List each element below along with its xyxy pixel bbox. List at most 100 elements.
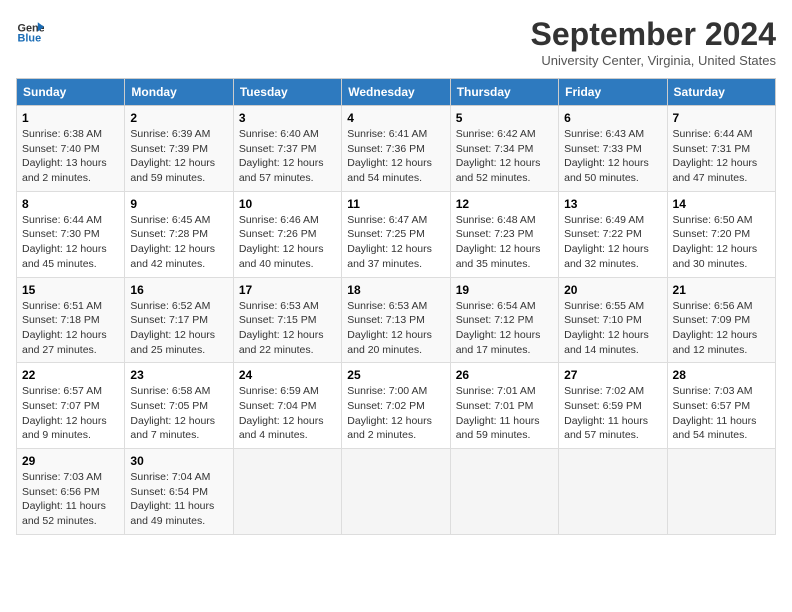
logo-icon: General Blue — [16, 16, 44, 44]
col-header-friday: Friday — [559, 79, 667, 106]
calendar-week-4: 22Sunrise: 6:57 AM Sunset: 7:07 PM Dayli… — [17, 363, 776, 449]
day-number: 9 — [130, 197, 227, 211]
day-number: 8 — [22, 197, 119, 211]
calendar-week-1: 1 Sunrise: 6:38 AM Sunset: 7:40 PM Daylig… — [17, 106, 776, 192]
calendar-cell: 8 Sunrise: 6:44 AM Sunset: 7:30 PM Daylig… — [17, 191, 125, 277]
day-info: Sunrise: 6:40 AM Sunset: 7:37 PM Dayligh… — [239, 127, 336, 186]
day-number: 18 — [347, 283, 444, 297]
day-number: 6 — [564, 111, 661, 125]
day-number: 7 — [673, 111, 770, 125]
month-title: September 2024 — [531, 16, 776, 53]
logo: General Blue — [16, 16, 44, 44]
day-info: Sunrise: 6:51 AM Sunset: 7:18 PM Dayligh… — [22, 299, 119, 358]
day-number: 14 — [673, 197, 770, 211]
calendar-cell — [233, 449, 341, 535]
day-info: Sunrise: 7:04 AM Sunset: 6:54 PM Dayligh… — [130, 470, 227, 529]
col-header-thursday: Thursday — [450, 79, 558, 106]
day-info: Sunrise: 6:50 AM Sunset: 7:20 PM Dayligh… — [673, 213, 770, 272]
day-number: 10 — [239, 197, 336, 211]
calendar-cell: 2 Sunrise: 6:39 AM Sunset: 7:39 PM Daylig… — [125, 106, 233, 192]
calendar-cell — [559, 449, 667, 535]
calendar-cell: 24 Sunrise: 6:59 AM Sunset: 7:04 PM Dayli… — [233, 363, 341, 449]
day-number: 2 — [130, 111, 227, 125]
calendar-cell: 25Sunrise: 7:00 AM Sunset: 7:02 PM Dayli… — [342, 363, 450, 449]
day-info: Sunrise: 6:59 AM Sunset: 7:04 PM Dayligh… — [239, 384, 336, 443]
col-header-saturday: Saturday — [667, 79, 775, 106]
calendar-cell: 1 Sunrise: 6:38 AM Sunset: 7:40 PM Daylig… — [17, 106, 125, 192]
calendar-cell: 26Sunrise: 7:01 AM Sunset: 7:01 PM Dayli… — [450, 363, 558, 449]
calendar-cell: 30 Sunrise: 7:04 AM Sunset: 6:54 PM Dayli… — [125, 449, 233, 535]
day-info: Sunrise: 6:46 AM Sunset: 7:26 PM Dayligh… — [239, 213, 336, 272]
day-number: 17 — [239, 283, 336, 297]
day-info: Sunrise: 6:56 AM Sunset: 7:09 PM Dayligh… — [673, 299, 770, 358]
day-number: 13 — [564, 197, 661, 211]
calendar-cell: 17Sunrise: 6:53 AM Sunset: 7:15 PM Dayli… — [233, 277, 341, 363]
day-number: 20 — [564, 283, 661, 297]
day-info: Sunrise: 6:42 AM Sunset: 7:34 PM Dayligh… — [456, 127, 553, 186]
day-number: 19 — [456, 283, 553, 297]
calendar-cell: 14 Sunrise: 6:50 AM Sunset: 7:20 PM Dayli… — [667, 191, 775, 277]
day-info: Sunrise: 6:38 AM Sunset: 7:40 PM Dayligh… — [22, 127, 119, 186]
calendar-cell — [450, 449, 558, 535]
day-info: Sunrise: 6:39 AM Sunset: 7:39 PM Dayligh… — [130, 127, 227, 186]
calendar-header-row: SundayMondayTuesdayWednesdayThursdayFrid… — [17, 79, 776, 106]
title-block: September 2024 University Center, Virgin… — [531, 16, 776, 68]
day-info: Sunrise: 7:00 AM Sunset: 7:02 PM Dayligh… — [347, 384, 444, 443]
day-number: 28 — [673, 368, 770, 382]
calendar-cell: 23Sunrise: 6:58 AM Sunset: 7:05 PM Dayli… — [125, 363, 233, 449]
calendar-cell — [667, 449, 775, 535]
calendar-cell: 5Sunrise: 6:42 AM Sunset: 7:34 PM Daylig… — [450, 106, 558, 192]
day-number: 23 — [130, 368, 227, 382]
day-info: Sunrise: 7:03 AM Sunset: 6:56 PM Dayligh… — [22, 470, 119, 529]
day-info: Sunrise: 6:45 AM Sunset: 7:28 PM Dayligh… — [130, 213, 227, 272]
col-header-monday: Monday — [125, 79, 233, 106]
calendar-cell: 6Sunrise: 6:43 AM Sunset: 7:33 PM Daylig… — [559, 106, 667, 192]
day-number: 24 — [239, 368, 336, 382]
calendar-cell: 13 Sunrise: 6:49 AM Sunset: 7:22 PM Dayli… — [559, 191, 667, 277]
calendar-body: 1 Sunrise: 6:38 AM Sunset: 7:40 PM Daylig… — [17, 106, 776, 535]
calendar-cell: 11 Sunrise: 6:47 AM Sunset: 7:25 PM Dayli… — [342, 191, 450, 277]
day-info: Sunrise: 6:44 AM Sunset: 7:30 PM Dayligh… — [22, 213, 119, 272]
calendar-table: SundayMondayTuesdayWednesdayThursdayFrid… — [16, 78, 776, 535]
day-number: 22 — [22, 368, 119, 382]
day-info: Sunrise: 6:52 AM Sunset: 7:17 PM Dayligh… — [130, 299, 227, 358]
day-number: 11 — [347, 197, 444, 211]
day-info: Sunrise: 6:41 AM Sunset: 7:36 PM Dayligh… — [347, 127, 444, 186]
calendar-cell: 29 Sunrise: 7:03 AM Sunset: 6:56 PM Dayli… — [17, 449, 125, 535]
day-number: 15 — [22, 283, 119, 297]
day-number: 1 — [22, 111, 119, 125]
page-header: General Blue September 2024 University C… — [16, 16, 776, 68]
calendar-cell: 19 Sunrise: 6:54 AM Sunset: 7:12 PM Dayli… — [450, 277, 558, 363]
day-number: 26 — [456, 368, 553, 382]
col-header-sunday: Sunday — [17, 79, 125, 106]
calendar-cell: 12 Sunrise: 6:48 AM Sunset: 7:23 PM Dayli… — [450, 191, 558, 277]
day-info: Sunrise: 6:54 AM Sunset: 7:12 PM Dayligh… — [456, 299, 553, 358]
calendar-cell: 16 Sunrise: 6:52 AM Sunset: 7:17 PM Dayli… — [125, 277, 233, 363]
calendar-week-2: 8 Sunrise: 6:44 AM Sunset: 7:30 PM Daylig… — [17, 191, 776, 277]
col-header-wednesday: Wednesday — [342, 79, 450, 106]
calendar-cell: 22Sunrise: 6:57 AM Sunset: 7:07 PM Dayli… — [17, 363, 125, 449]
day-number: 29 — [22, 454, 119, 468]
calendar-cell: 3 Sunrise: 6:40 AM Sunset: 7:37 PM Daylig… — [233, 106, 341, 192]
day-info: Sunrise: 6:48 AM Sunset: 7:23 PM Dayligh… — [456, 213, 553, 272]
calendar-cell: 28 Sunrise: 7:03 AM Sunset: 6:57 PM Dayli… — [667, 363, 775, 449]
day-info: Sunrise: 6:55 AM Sunset: 7:10 PM Dayligh… — [564, 299, 661, 358]
day-info: Sunrise: 7:03 AM Sunset: 6:57 PM Dayligh… — [673, 384, 770, 443]
calendar-week-5: 29 Sunrise: 7:03 AM Sunset: 6:56 PM Dayli… — [17, 449, 776, 535]
calendar-week-3: 15 Sunrise: 6:51 AM Sunset: 7:18 PM Dayli… — [17, 277, 776, 363]
day-number: 3 — [239, 111, 336, 125]
calendar-cell: 15 Sunrise: 6:51 AM Sunset: 7:18 PM Dayli… — [17, 277, 125, 363]
day-number: 12 — [456, 197, 553, 211]
day-number: 30 — [130, 454, 227, 468]
day-info: Sunrise: 6:47 AM Sunset: 7:25 PM Dayligh… — [347, 213, 444, 272]
calendar-cell: 21Sunrise: 6:56 AM Sunset: 7:09 PM Dayli… — [667, 277, 775, 363]
day-info: Sunrise: 6:53 AM Sunset: 7:13 PM Dayligh… — [347, 299, 444, 358]
day-number: 27 — [564, 368, 661, 382]
calendar-cell: 7Sunrise: 6:44 AM Sunset: 7:31 PM Daylig… — [667, 106, 775, 192]
day-info: Sunrise: 7:02 AM Sunset: 6:59 PM Dayligh… — [564, 384, 661, 443]
day-number: 16 — [130, 283, 227, 297]
calendar-cell — [342, 449, 450, 535]
day-info: Sunrise: 6:49 AM Sunset: 7:22 PM Dayligh… — [564, 213, 661, 272]
calendar-cell: 4Sunrise: 6:41 AM Sunset: 7:36 PM Daylig… — [342, 106, 450, 192]
col-header-tuesday: Tuesday — [233, 79, 341, 106]
